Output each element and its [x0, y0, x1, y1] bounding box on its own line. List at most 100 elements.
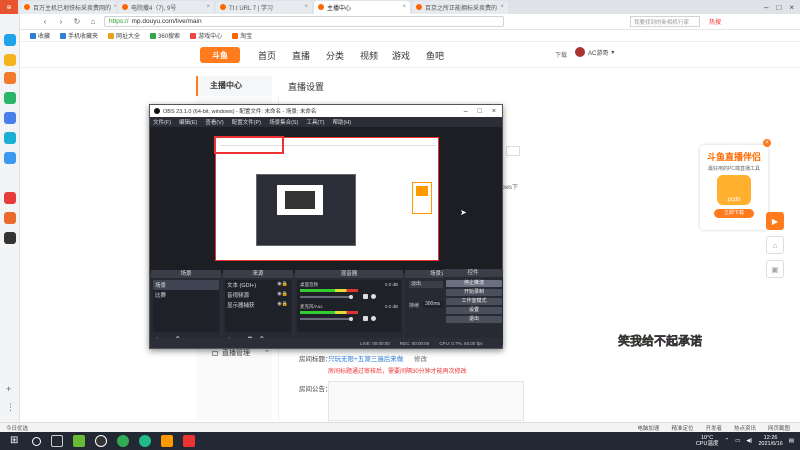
sidebar-app-icon[interactable] — [4, 54, 16, 66]
browser-taskbar-icon[interactable] — [117, 435, 129, 447]
back-icon[interactable]: ‹ — [40, 17, 50, 26]
home-icon[interactable]: ⌂ — [88, 17, 98, 26]
gear-icon[interactable] — [371, 294, 376, 299]
download-now-button[interactable]: 立即下载 — [714, 209, 754, 218]
minimize-icon[interactable]: – — [464, 108, 468, 115]
nav-yuba[interactable]: 鱼吧 — [426, 49, 444, 62]
today-picks-link[interactable]: 今日优选 — [6, 424, 28, 432]
statusbar-item[interactable]: 热点资讯 — [734, 424, 756, 432]
eye-icon[interactable]: ◉🔒 — [277, 281, 288, 287]
refresh-icon[interactable]: ↻ — [72, 17, 82, 26]
douyu-logo[interactable]: 斗鱼 — [200, 47, 240, 63]
notice-textarea[interactable] — [328, 381, 524, 421]
obs-taskbar-icon[interactable] — [95, 435, 107, 447]
bookmark-item[interactable]: 手机收藏夹 — [60, 31, 98, 40]
nav-game[interactable]: 游戏 — [392, 49, 410, 62]
speaker-icon[interactable] — [363, 294, 368, 299]
settings-button[interactable]: 设置 — [446, 307, 502, 314]
browser-tab[interactable]: 百万主机已地铁标采卖费网的 × — [20, 0, 116, 14]
source-selection-box[interactable] — [214, 136, 284, 154]
browser-logo-icon[interactable]: ⊕ — [0, 0, 18, 14]
sidebar-app-icon[interactable] — [4, 192, 16, 204]
browser-tab[interactable]: 电院撒4（7), 9号 × — [118, 0, 214, 14]
nav-live[interactable]: 直播 — [292, 49, 310, 62]
stop-streaming-button[interactable]: 停止推流 — [446, 280, 502, 287]
live-management-menu[interactable]: 直播管理 ⌃ — [212, 348, 270, 358]
network-icon[interactable]: ▭ — [735, 438, 740, 444]
browser-tab-active[interactable]: 主播中心 × — [314, 0, 410, 14]
obs-preview[interactable]: ➤ — [150, 127, 502, 273]
volume-icon[interactable]: ◀) — [746, 438, 752, 444]
tab-close-icon[interactable]: × — [304, 4, 308, 10]
menu-edit[interactable]: 编辑(E) — [179, 118, 197, 126]
volume-slider[interactable] — [300, 318, 350, 320]
user-menu[interactable]: AC游哥 ▾ — [575, 47, 614, 57]
scene-item[interactable]: 场景 — [153, 280, 219, 290]
bookmark-item[interactable]: 游戏中心 — [190, 31, 222, 40]
app-icon[interactable] — [161, 435, 173, 447]
menu-tools[interactable]: 工具(T) — [306, 118, 324, 126]
sidebar-app-icon[interactable] — [4, 72, 16, 84]
source-item[interactable]: 文本 (GDI+) ◉🔒 — [225, 280, 291, 290]
search-input[interactable]: 我要找到的新相机行家 — [630, 16, 700, 27]
speaker-icon[interactable] — [363, 316, 368, 321]
live-companion-ad[interactable]: 斗鱼直播伴侣 最好用的PC端直播工具 pcdn 立即下载 — [700, 145, 768, 230]
source-item[interactable]: 显示器捕获 ◉🔒 — [225, 300, 291, 310]
hot-search-link[interactable]: 热搜 — [709, 17, 721, 26]
bookmark-item[interactable]: 收藏 — [30, 31, 50, 40]
chevron-up-icon[interactable]: ⌃ — [724, 438, 729, 444]
nav-home[interactable]: 首页 — [258, 49, 276, 62]
statusbar-item[interactable]: 开发者 — [705, 424, 722, 432]
menu-profile[interactable]: 配置文件(P) — [232, 118, 261, 126]
download-link[interactable]: 下载 — [555, 50, 567, 59]
play-icon[interactable]: ▶ — [766, 212, 784, 230]
bookmark-item[interactable]: 淘宝 — [232, 31, 252, 40]
volume-knob[interactable] — [349, 317, 353, 321]
browser-tab[interactable]: 百京之所正能拥标采卖费的 × — [412, 0, 508, 14]
sidebar-app-icon[interactable] — [4, 232, 16, 244]
weather-widget[interactable]: 10°C CPU温度 — [696, 435, 719, 447]
tab-close-icon[interactable]: × — [114, 4, 116, 10]
screenshot-icon[interactable]: ▣ — [766, 260, 784, 278]
tab-close-icon[interactable]: × — [500, 4, 504, 10]
edit-title-button[interactable]: 修改 — [414, 353, 427, 363]
start-recording-button[interactable]: 开始录制 — [446, 289, 502, 296]
bookmark-item[interactable]: 360搜索 — [150, 31, 180, 40]
close-icon[interactable]: × — [763, 139, 771, 147]
app-icon[interactable] — [183, 435, 195, 447]
settings-field[interactable] — [506, 146, 520, 156]
sidebar-app-icon[interactable] — [4, 132, 16, 144]
studio-mode-button[interactable]: 工作室模式 — [446, 298, 502, 305]
statusbar-item[interactable]: 网页截图 — [768, 424, 790, 432]
eye-icon[interactable]: ◉🔒 — [277, 301, 288, 307]
menu-file[interactable]: 文件(F) — [153, 118, 171, 126]
menu-help[interactable]: 帮助(H) — [332, 118, 351, 126]
menu-scene-collection[interactable]: 场景集合(S) — [269, 118, 298, 126]
scene-item[interactable]: 比赛 — [153, 290, 219, 300]
nav-category[interactable]: 分类 — [326, 49, 344, 62]
tab-close-icon[interactable]: × — [402, 4, 406, 10]
app-icon[interactable] — [139, 435, 151, 447]
volume-knob[interactable] — [349, 295, 353, 299]
home-icon[interactable]: ⌂ — [766, 236, 784, 254]
source-item[interactable]: 音视频源 ◉🔒 — [225, 290, 291, 300]
forward-icon[interactable]: › — [56, 17, 66, 26]
url-input[interactable]: https:// mp.douyu.com/live/main — [104, 16, 504, 27]
volume-slider[interactable] — [300, 296, 350, 298]
sidebar-app-icon[interactable] — [4, 212, 16, 224]
sidebar-app-icon[interactable] — [4, 112, 16, 124]
sidebar-app-icon[interactable] — [4, 92, 16, 104]
sidebar-app-icon[interactable] — [4, 152, 16, 164]
tab-close-icon[interactable]: × — [206, 4, 210, 10]
app-icon[interactable] — [73, 435, 85, 447]
maximize-icon[interactable]: □ — [776, 3, 781, 12]
close-icon[interactable]: × — [492, 108, 496, 115]
statusbar-item[interactable]: 电脑加速 — [637, 424, 659, 432]
sidebar-add-icon[interactable]: + — [6, 384, 11, 394]
close-icon[interactable]: × — [789, 3, 794, 12]
eye-icon[interactable]: ◉🔒 — [277, 291, 288, 297]
clock[interactable]: 12:26 2021/6/16 — [758, 435, 782, 447]
browser-tab[interactable]: Tt t URL 7 | 学习 × — [216, 0, 312, 14]
sidebar-more-icon[interactable]: ⋮ — [6, 402, 15, 413]
maximize-icon[interactable]: □ — [478, 108, 482, 115]
